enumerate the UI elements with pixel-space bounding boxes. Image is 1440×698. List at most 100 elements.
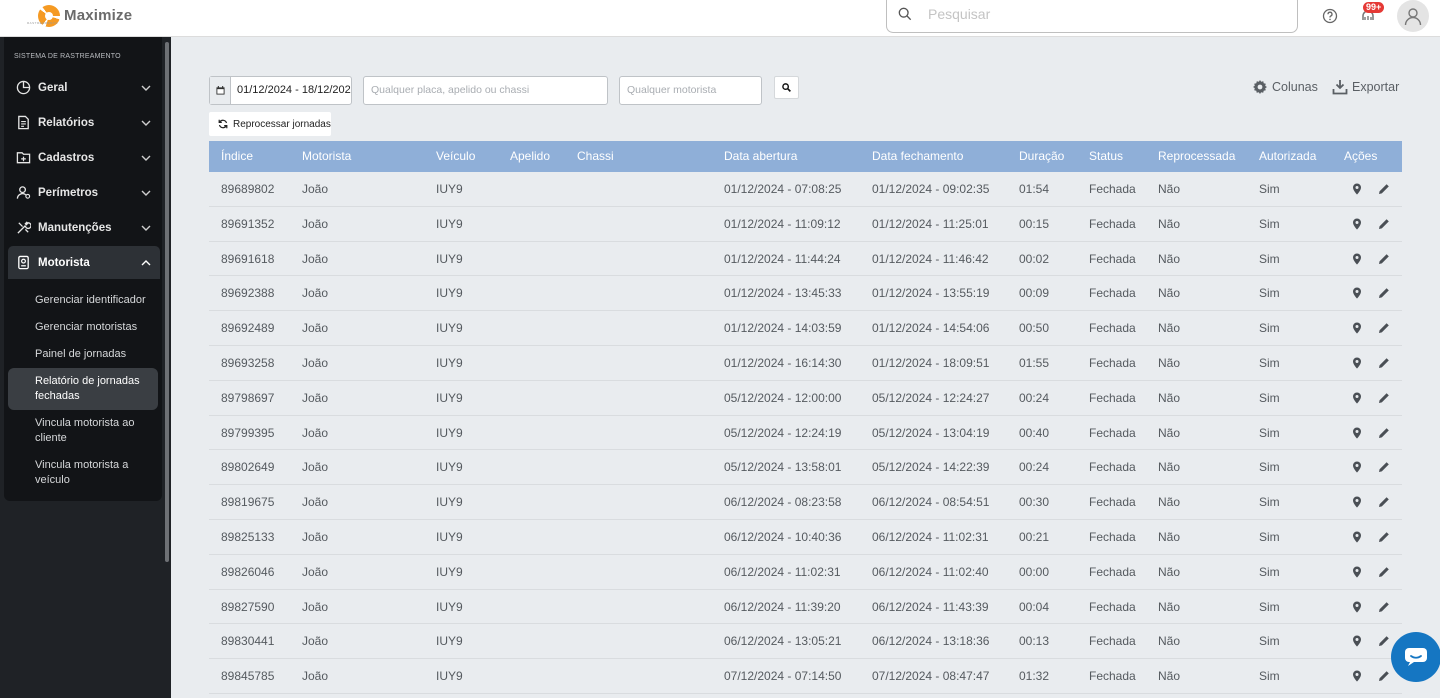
- edit-pencil-icon[interactable]: [1378, 601, 1390, 613]
- map-pin-icon[interactable]: [1351, 253, 1363, 265]
- map-pin-icon[interactable]: [1351, 461, 1363, 473]
- columns-button[interactable]: Colunas: [1252, 79, 1318, 95]
- edit-pencil-icon[interactable]: [1378, 287, 1390, 299]
- tools-icon: [17, 221, 31, 234]
- edit-pencil-icon[interactable]: [1378, 218, 1390, 230]
- table-row[interactable]: 89830441 João IUY9 06/12/2024 - 13:05:21 06/…: [209, 624, 1402, 660]
- chat-button[interactable]: [1391, 632, 1440, 682]
- map-pin-icon[interactable]: [1351, 287, 1363, 299]
- map-pin-icon[interactable]: [1351, 392, 1363, 404]
- edit-pencil-icon[interactable]: [1378, 322, 1390, 334]
- column-header[interactable]: Status: [1089, 141, 1123, 172]
- sidebar-item-motorista[interactable]: Motorista: [8, 246, 160, 279]
- cell-status: Fechada: [1089, 355, 1136, 370]
- map-pin-icon[interactable]: [1351, 322, 1363, 334]
- cell-reprocessada: Não: [1158, 669, 1181, 684]
- column-header[interactable]: Autorizada: [1259, 141, 1316, 172]
- cell-autorizada: Sim: [1259, 355, 1280, 370]
- column-header[interactable]: Data abertura: [724, 141, 797, 172]
- table-row[interactable]: 89845785 João IUY9 07/12/2024 - 07:14:50 07/…: [209, 659, 1402, 694]
- cell-status: Fechada: [1089, 495, 1136, 510]
- cell-motorista: João: [302, 182, 329, 196]
- table-row[interactable]: 89819675 João IUY9 06/12/2024 - 08:23:58 06/…: [209, 485, 1402, 520]
- vehicle-filter-input[interactable]: Qualquer placa, apelido ou chassi: [363, 76, 608, 105]
- cell-reprocessada: Não: [1158, 425, 1181, 440]
- edit-pencil-icon[interactable]: [1378, 566, 1390, 578]
- cell-fechamento: 06/12/2024 - 08:54:51: [872, 495, 990, 510]
- edit-pencil-icon[interactable]: [1378, 496, 1390, 508]
- user-location-icon: [16, 186, 31, 199]
- map-pin-icon[interactable]: [1351, 183, 1363, 195]
- edit-pencil-icon[interactable]: [1378, 392, 1390, 404]
- sidebar-item-manutencoes[interactable]: Manutenções: [8, 211, 160, 244]
- map-pin-icon[interactable]: [1351, 218, 1363, 230]
- sidebar-subitem[interactable]: Vincula motorista ao cliente: [35, 416, 155, 446]
- cell-status: Fechada: [1089, 634, 1136, 649]
- column-header[interactable]: Data fechamento: [872, 141, 963, 172]
- table-row[interactable]: 89802649 João IUY9 05/12/2024 - 13:58:01 05/…: [209, 450, 1402, 486]
- sidebar-item-perimetros[interactable]: Perímetros: [8, 176, 160, 209]
- cell-status: Fechada: [1089, 529, 1136, 544]
- map-pin-icon[interactable]: [1351, 670, 1363, 682]
- cell-motorista: João: [302, 634, 329, 649]
- sidebar-subitem[interactable]: Painel de jornadas: [35, 347, 155, 362]
- help-icon[interactable]: [1322, 8, 1338, 24]
- calendar-icon-box[interactable]: [210, 77, 231, 104]
- column-header[interactable]: Apelido: [510, 141, 550, 172]
- cell-status: Fechada: [1089, 425, 1136, 440]
- cell-motorista: João: [302, 460, 329, 475]
- avatar[interactable]: [1397, 0, 1429, 32]
- map-pin-icon[interactable]: [1351, 531, 1363, 543]
- edit-pencil-icon[interactable]: [1378, 531, 1390, 543]
- table-row[interactable]: 89689802 João IUY9 01/12/2024 - 07:08:25 01/…: [209, 172, 1402, 207]
- edit-pencil-icon[interactable]: [1378, 253, 1390, 265]
- cell-fechamento: 01/12/2024 - 09:02:35: [872, 182, 990, 196]
- map-pin-icon[interactable]: [1351, 635, 1363, 647]
- reprocess-button[interactable]: Reprocessar jornadas: [209, 112, 331, 136]
- map-pin-icon[interactable]: [1351, 357, 1363, 369]
- sidebar-subitem[interactable]: Vincula motorista a veículo: [35, 458, 155, 488]
- column-header[interactable]: Motorista: [302, 141, 351, 172]
- table-row[interactable]: 89691352 João IUY9 01/12/2024 - 11:09:12 01/…: [209, 206, 1402, 242]
- date-range-value[interactable]: 01/12/2024 - 18/12/2024: [231, 77, 351, 104]
- export-button[interactable]: Exportar: [1332, 79, 1399, 95]
- driver-filter-input[interactable]: Qualquer motorista: [619, 76, 762, 105]
- sidebar-item-relatorios[interactable]: Relatórios: [8, 106, 160, 139]
- column-header[interactable]: Duração: [1019, 141, 1064, 172]
- table-row[interactable]: 89692388 João IUY9 01/12/2024 - 13:45:33 01/…: [209, 276, 1402, 312]
- edit-pencil-icon[interactable]: [1378, 183, 1390, 195]
- map-pin-icon[interactable]: [1351, 566, 1363, 578]
- column-header[interactable]: Veículo: [436, 141, 475, 172]
- sidebar-scrollbar[interactable]: [165, 42, 169, 562]
- sidebar-item-cadastros[interactable]: Cadastros: [8, 141, 160, 174]
- sidebar-subitem[interactable]: Gerenciar motoristas: [35, 320, 155, 335]
- table-row[interactable]: 89798697 João IUY9 05/12/2024 - 12:00:00 05/…: [209, 380, 1402, 416]
- sidebar-subitem[interactable]: Gerenciar identificador: [35, 293, 155, 308]
- edit-pencil-icon[interactable]: [1378, 670, 1390, 682]
- edit-pencil-icon[interactable]: [1378, 461, 1390, 473]
- table-row[interactable]: 89692489 João IUY9 01/12/2024 - 14:03:59 01/…: [209, 311, 1402, 346]
- table-row[interactable]: 89693258 João IUY9 01/12/2024 - 16:14:30 01/…: [209, 345, 1402, 381]
- column-header: Ações: [1344, 149, 1378, 163]
- global-search-input[interactable]: [928, 5, 1268, 22]
- table-row[interactable]: 89799395 João IUY9 05/12/2024 - 12:24:19 05/…: [209, 415, 1402, 451]
- map-pin-icon[interactable]: [1351, 601, 1363, 613]
- edit-pencil-icon[interactable]: [1378, 357, 1390, 369]
- global-search[interactable]: [886, 0, 1298, 33]
- column-header[interactable]: Chassi: [577, 141, 614, 172]
- table-row[interactable]: 89691618 João IUY9 01/12/2024 - 11:44:24 01/…: [209, 241, 1402, 277]
- edit-pencil-icon[interactable]: [1378, 635, 1390, 647]
- table-row[interactable]: 89827590 João IUY9 06/12/2024 - 11:39:20 06/…: [209, 589, 1402, 625]
- table-row[interactable]: 89825133 João IUY9 06/12/2024 - 10:40:36 06/…: [209, 519, 1402, 555]
- filter-search-button[interactable]: [774, 76, 799, 99]
- table-row[interactable]: 89826046 João IUY9 06/12/2024 - 11:02:31 06/…: [209, 554, 1402, 590]
- map-pin-icon[interactable]: [1351, 496, 1363, 508]
- column-header[interactable]: Reprocessada: [1158, 141, 1235, 172]
- cell-veiculo: IUY9: [436, 355, 463, 370]
- sidebar-subitem-active[interactable]: Relatório de jornadas fechadas: [35, 374, 155, 404]
- edit-pencil-icon[interactable]: [1378, 427, 1390, 439]
- map-pin-icon[interactable]: [1351, 427, 1363, 439]
- sidebar-item-geral[interactable]: Geral: [8, 71, 160, 104]
- column-header[interactable]: Índice: [221, 141, 253, 172]
- date-range-picker[interactable]: 01/12/2024 - 18/12/2024: [209, 76, 352, 105]
